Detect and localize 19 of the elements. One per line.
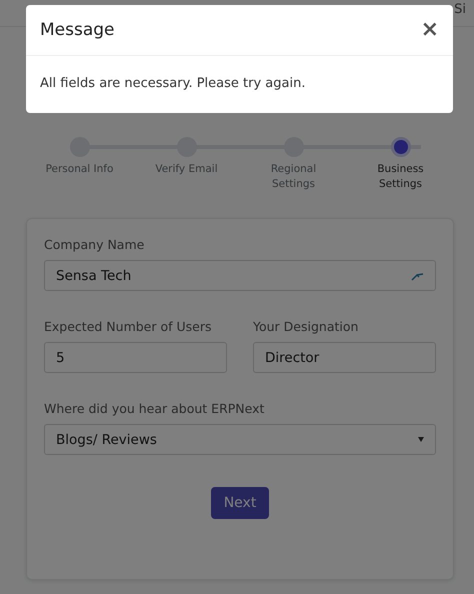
- step-label: Business Settings: [376, 162, 425, 192]
- select-field[interactable]: Blogs/ Reviews: [44, 424, 436, 455]
- step-label: Regional Settings: [270, 162, 318, 192]
- dialog-title: Message: [40, 20, 115, 40]
- dialog-message: All fields are necessary. Please try again.: [39, 75, 306, 93]
- field-label: Your Designation: [253, 319, 360, 334]
- close-button[interactable]: ×: [420, 19, 439, 41]
- field-label: Expected Number of Users: [44, 319, 213, 334]
- step-label: Verify Email: [154, 162, 219, 177]
- wrench-icon: [410, 270, 424, 280]
- next-button[interactable]: Next: [210, 487, 270, 519]
- input-field[interactable]: 5: [44, 342, 227, 373]
- step-label: Personal Info: [44, 162, 114, 177]
- input-field[interactable]: Director: [253, 342, 436, 373]
- field-label: Company Name: [44, 237, 146, 252]
- field-label: Where did you hear about ERPNext: [44, 401, 266, 416]
- input-field[interactable]: Sensa Tech: [44, 260, 436, 291]
- caret-icon: [418, 437, 424, 442]
- nav-link[interactable]: Si: [454, 2, 466, 17]
